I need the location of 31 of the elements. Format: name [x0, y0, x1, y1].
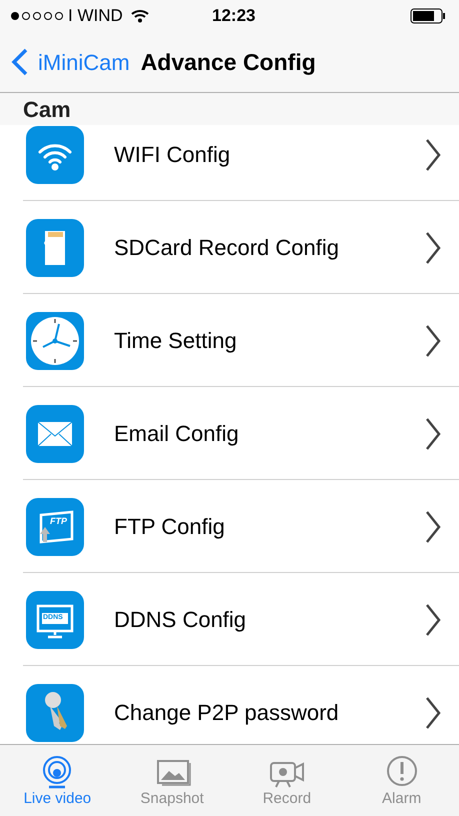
chevron-icon: [425, 138, 441, 172]
back-button[interactable]: iMiniCam: [10, 46, 130, 78]
icon-label: FTP: [50, 516, 67, 526]
clock-time: 12:23: [212, 5, 256, 28]
row-label: WIFI Config: [114, 141, 230, 169]
carrier-name: I WIND: [68, 5, 123, 28]
chevron-icon: [425, 230, 441, 264]
row-label: Time Setting: [114, 327, 237, 355]
chevron-icon: [425, 324, 441, 358]
ftp-icon: [26, 498, 84, 556]
chevron-icon: [425, 696, 441, 730]
ddns-icon: [26, 590, 84, 648]
email-icon: [26, 404, 84, 462]
back-chevron-icon: [10, 48, 30, 76]
nav-title: Advance Config: [140, 48, 316, 77]
row-label: Email Config: [114, 420, 239, 448]
wifi-signal-icon: [130, 9, 149, 23]
battery-icon: [410, 8, 446, 24]
chevron-icon: [425, 416, 441, 450]
sdcard-icon: [26, 218, 84, 276]
row-label: FTP Config: [114, 513, 225, 541]
key-icon: [26, 684, 84, 742]
row-label: DDNS Config: [114, 606, 246, 634]
chevron-icon: [425, 602, 441, 636]
row-label: SDCard Record Config: [114, 234, 339, 262]
tab-bar-item[interactable]: Live video: [0, 745, 115, 816]
signal-icon: [10, 11, 64, 21]
chevron-icon: [425, 510, 441, 544]
clock-icon: [26, 312, 84, 370]
section-header: Cam: [23, 96, 71, 124]
row-label: Change P2P password: [114, 699, 339, 727]
